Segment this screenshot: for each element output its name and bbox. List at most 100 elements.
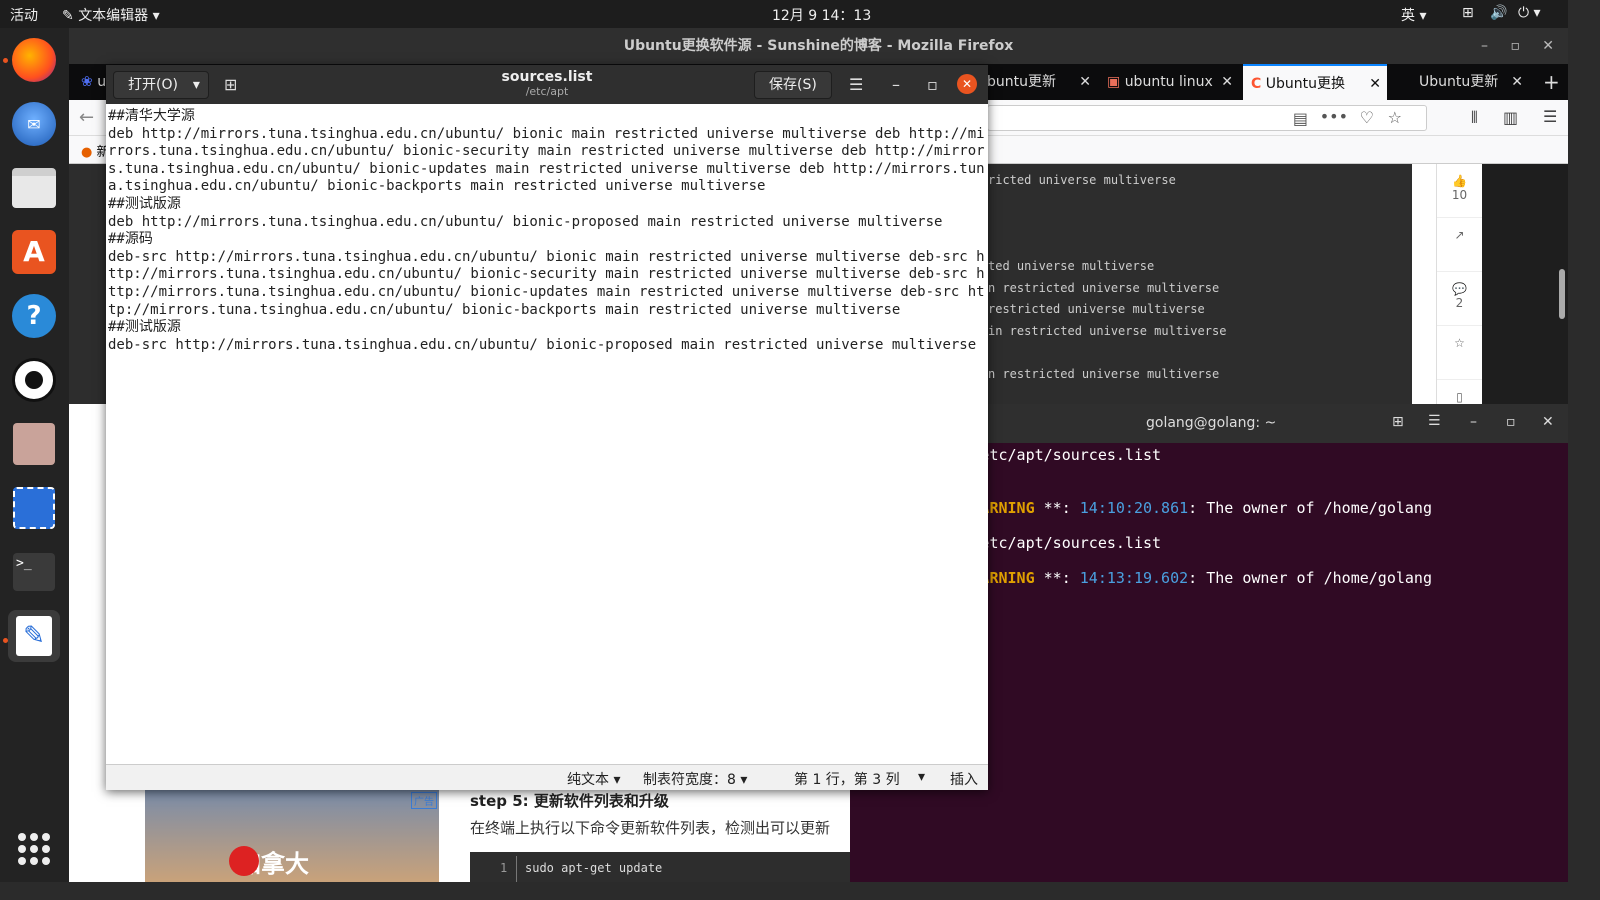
share-icon: ↗ (1454, 228, 1465, 242)
minimize-button[interactable]: – (1470, 414, 1477, 430)
settings-icon (13, 423, 55, 465)
position-menu-icon[interactable]: ▾ (918, 769, 925, 785)
new-tab-icon[interactable]: ⊞ (1392, 414, 1404, 430)
code-line: n restricted universe multiverse (988, 280, 1220, 295)
show-applications-button[interactable] (18, 833, 50, 865)
code-lines: ricted universe multiverse ted universe … (988, 170, 1412, 385)
dock: ✉ A ? >_ ✎ (0, 28, 69, 882)
activities-button[interactable]: 活动 (10, 5, 38, 25)
command-code-block: 1 sudo apt-get update (470, 852, 870, 882)
jianshu-icon: ▣ (1107, 74, 1121, 90)
clock[interactable]: 12月 9 14：13 (772, 5, 871, 25)
more-actions-icon[interactable]: ••• (1320, 107, 1348, 126)
library-icon[interactable]: ⫴ (1471, 108, 1478, 128)
line-number: 1 (500, 861, 508, 875)
maple-leaf-icon (229, 846, 259, 876)
power-icon[interactable]: ⏻ ▾ (1518, 5, 1541, 21)
input-method-indicator[interactable]: 英 ▾ (1401, 5, 1426, 25)
tab-ubuntu-update-2[interactable]: Ubuntu更新 ✕ (1389, 64, 1529, 100)
hamburger-menu-icon[interactable]: ☰ (849, 75, 863, 94)
dock-help[interactable]: ? (8, 290, 60, 342)
close-button[interactable]: ✕ (1542, 414, 1554, 430)
dock-thunderbird[interactable]: ✉ (8, 98, 60, 150)
minimize-button[interactable]: – (892, 75, 900, 94)
terminal-menu-icon[interactable]: ☰ (1428, 413, 1441, 429)
code-line: n restricted universe multiverse (988, 366, 1220, 381)
code-line: ted universe multiverse (988, 259, 1155, 273)
like-button[interactable]: 👍 10 (1437, 164, 1482, 218)
open-button[interactable]: 打开(O) ▾ (113, 71, 209, 99)
ad-banner[interactable]: 广告 加拿大 (145, 790, 439, 882)
folder-icon (12, 168, 56, 208)
sidebar-icon[interactable]: ▥ (1503, 108, 1518, 127)
cursor-position[interactable]: 第 1 行，第 3 列 (794, 769, 900, 789)
window-title: Ubuntu更换软件源 - Sunshine的博客 - Mozilla Fire… (623, 38, 1014, 54)
article-side-toolbar: 👍 10 ↗ 💬 2 ☆ ▯ (1436, 164, 1482, 404)
close-tab-icon[interactable]: ✕ (1221, 64, 1233, 100)
save-button[interactable]: 保存(S) (754, 71, 832, 99)
text-editor-area[interactable]: ##清华大学源 deb http://mirrors.tuna.tsinghua… (106, 104, 988, 764)
dock-firefox[interactable] (8, 34, 60, 86)
close-button[interactable]: ✕ (957, 74, 977, 94)
tab-width-selector[interactable]: 制表符宽度：8 ▾ (643, 769, 747, 789)
close-button[interactable]: ✕ (1542, 28, 1554, 64)
star-icon: ☆ (1454, 336, 1465, 350)
ad-badge: 广告 (411, 792, 437, 809)
close-tab-icon[interactable]: ✕ (1511, 64, 1523, 100)
chevron-down-icon: ▾ (192, 77, 200, 93)
network-icon[interactable]: ⊞ (1462, 5, 1474, 21)
top-panel: 活动 ✎ 文本编辑器 ▾ 12月 9 14：13 英 ▾ ⊞ 🔊 ⏻ ▾ (0, 0, 1568, 28)
tab-ubuntu-change-source[interactable]: C Ubuntu更换 ✕ (1243, 64, 1387, 100)
help-icon: ? (12, 294, 56, 338)
gedit-window: 打开(O) ▾ ⊞ sources.list /etc/apt 保存(S) ☰ … (106, 65, 988, 790)
dock-software[interactable]: A (8, 226, 60, 278)
close-tab-icon[interactable]: ✕ (1369, 66, 1381, 100)
volume-icon[interactable]: 🔊 (1490, 5, 1507, 21)
dock-gedit[interactable]: ✎ (8, 610, 60, 662)
thunderbird-icon: ✉ (12, 102, 56, 146)
url-bar[interactable]: ▤ ••• ♡ ☆ (987, 105, 1427, 131)
app-menu-label: 文本编辑器 (78, 8, 149, 24)
baidu-icon: ❀ (81, 74, 93, 90)
close-tab-icon[interactable]: ✕ (1079, 64, 1091, 100)
dock-terminal[interactable]: >_ (8, 546, 60, 598)
gedit-headerbar: 打开(O) ▾ ⊞ sources.list /etc/apt 保存(S) ☰ … (106, 65, 988, 104)
dock-screenshot[interactable] (8, 482, 60, 534)
minimize-button[interactable]: – (1481, 28, 1488, 64)
insert-mode: 插入 (950, 772, 978, 788)
menu-icon[interactable]: ☰ (1543, 107, 1557, 126)
maximize-button[interactable]: ▫ (927, 75, 938, 94)
page-scrollbar[interactable] (1559, 269, 1565, 319)
csdn-icon: C (1251, 76, 1262, 92)
reader-view-icon[interactable]: ▤ (1293, 109, 1308, 128)
dock-qq[interactable] (8, 354, 60, 406)
syntax-selector[interactable]: 纯文本 ▾ (567, 769, 620, 789)
app-menu[interactable]: ✎ 文本编辑器 ▾ (62, 5, 160, 25)
dock-settings[interactable] (8, 418, 60, 470)
maximize-button[interactable]: ▫ (1506, 414, 1516, 430)
code-line: restricted universe multiverse (988, 302, 1205, 316)
firefox-titlebar: Ubuntu更换软件源 - Sunshine的博客 - Mozilla Fire… (69, 28, 1568, 64)
share-button[interactable]: ↗ (1437, 218, 1482, 272)
step-description: 在终端上执行以下命令更新软件列表，检测出可以更新 (470, 819, 831, 837)
pocket-icon[interactable]: ♡ (1360, 108, 1374, 127)
comment-button[interactable]: 💬 2 (1437, 272, 1482, 326)
maximize-button[interactable]: ▫ (1511, 28, 1521, 64)
new-document-icon[interactable]: ⊞ (224, 75, 237, 94)
back-icon[interactable]: ← (79, 107, 94, 128)
bookmark-star-icon[interactable]: ☆ (1388, 108, 1402, 127)
tab-ubuntu-update-1[interactable]: buntu更新 ✕ (979, 64, 1097, 100)
new-tab-button[interactable]: + (1543, 70, 1560, 94)
qq-penguin-icon (12, 358, 56, 402)
dock-files[interactable] (8, 162, 60, 214)
screenshot-icon (13, 487, 55, 529)
comment-icon: 💬 (1452, 282, 1467, 296)
favorite-button[interactable]: ☆ (1437, 326, 1482, 380)
terminal-title: golang@golang: ~ (1146, 415, 1277, 431)
tab-ubuntu-linux[interactable]: ▣ ubuntu linux ✕ (1099, 64, 1239, 100)
status-bar: 纯文本 ▾ 制表符宽度：8 ▾ 第 1 行，第 3 列 ▾ 插入 (106, 764, 988, 790)
